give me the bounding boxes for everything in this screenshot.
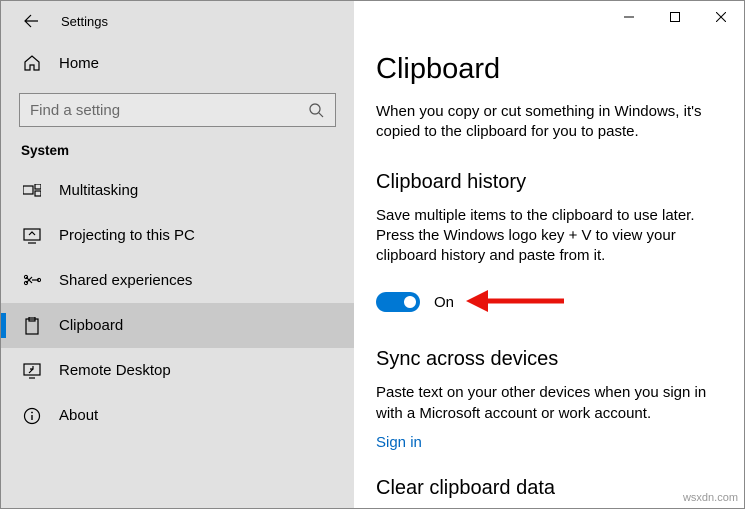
toggle-state-label: On	[434, 294, 454, 311]
sidebar-item-label: Remote Desktop	[59, 362, 171, 379]
settings-window: Settings Home System Multitasking	[0, 0, 745, 509]
sidebar-item-multitasking[interactable]: Multitasking	[1, 168, 354, 213]
sync-heading: Sync across devices	[376, 348, 722, 371]
sidebar-item-remote-desktop[interactable]: Remote Desktop	[1, 348, 354, 393]
close-button[interactable]	[698, 1, 744, 33]
home-nav[interactable]: Home	[1, 41, 354, 85]
clipboard-history-toggle-row: On	[376, 292, 722, 312]
sidebar-item-shared[interactable]: Shared experiences	[1, 258, 354, 303]
annotation-arrow-icon	[466, 283, 566, 319]
sidebar: Settings Home System Multitasking	[1, 1, 354, 508]
sidebar-item-label: Projecting to this PC	[59, 227, 195, 244]
minimize-icon	[624, 12, 634, 22]
sign-in-link[interactable]: Sign in	[376, 434, 722, 451]
sidebar-item-label: Shared experiences	[59, 272, 192, 289]
clipboard-history-desc: Save multiple items to the clipboard to …	[376, 206, 722, 267]
nav-group-title: System	[1, 139, 354, 168]
sync-desc: Paste text on your other devices when yo…	[376, 383, 722, 424]
maximize-icon	[670, 12, 680, 22]
sidebar-item-label: Clipboard	[59, 317, 123, 334]
back-arrow-icon	[23, 13, 39, 29]
home-icon	[23, 54, 41, 72]
clipboard-icon	[23, 317, 41, 335]
clipboard-history-toggle[interactable]	[376, 292, 420, 312]
maximize-button[interactable]	[652, 1, 698, 33]
content-pane: Clipboard When you copy or cut something…	[354, 1, 744, 508]
projecting-icon	[23, 227, 41, 245]
intro-text: When you copy or cut something in Window…	[376, 102, 722, 143]
sidebar-item-clipboard[interactable]: Clipboard	[1, 303, 354, 348]
clear-heading: Clear clipboard data	[376, 477, 722, 500]
nav-list: Multitasking Projecting to this PC Share…	[1, 168, 354, 438]
search-box[interactable]	[19, 93, 336, 127]
multitasking-icon	[23, 182, 41, 200]
window-controls	[606, 1, 744, 33]
remote-desktop-icon	[23, 362, 41, 380]
toggle-knob	[404, 296, 416, 308]
search-input[interactable]	[30, 102, 307, 119]
minimize-button[interactable]	[606, 1, 652, 33]
page-title: Clipboard	[376, 53, 722, 86]
sidebar-item-about[interactable]: About	[1, 393, 354, 438]
sidebar-item-projecting[interactable]: Projecting to this PC	[1, 213, 354, 258]
clipboard-history-heading: Clipboard history	[376, 171, 722, 194]
sidebar-item-label: Multitasking	[59, 182, 138, 199]
close-icon	[716, 12, 726, 22]
search-container	[1, 85, 354, 139]
about-icon	[23, 407, 41, 425]
window-title: Settings	[61, 14, 108, 29]
watermark-text: wsxdn.com	[683, 492, 738, 504]
sidebar-item-label: About	[59, 407, 98, 424]
home-label: Home	[59, 55, 99, 72]
shared-experiences-icon	[23, 272, 41, 290]
back-button[interactable]	[17, 7, 45, 35]
search-icon	[307, 101, 325, 119]
title-bar: Settings	[1, 1, 354, 41]
